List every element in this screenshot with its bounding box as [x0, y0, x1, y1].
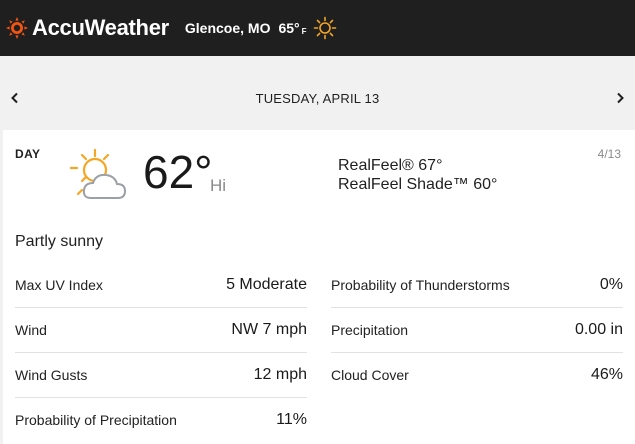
detail-row-precipitation: Precipitation 0.00 in — [331, 308, 623, 353]
chevron-left-icon — [11, 92, 18, 104]
weather-phrase: Partly sunny — [15, 233, 104, 250]
realfeel-block: RealFeel® 67° RealFeel Shade™ 60° — [338, 156, 497, 194]
detail-value: 46% — [590, 366, 623, 383]
site-header: AccuWeather Glencoe, MO 65° F — [0, 0, 635, 56]
chevron-right-icon — [617, 92, 624, 104]
day-forecast-card: DAY 4/13 62° Hi RealFeel® 67° RealFeel S… — [3, 130, 635, 444]
detail-label: Probability of Thunderstorms — [331, 277, 510, 293]
realfeel-shade-value: RealFeel Shade™ 60° — [338, 176, 498, 193]
detail-label: Probability of Precipitation — [15, 412, 177, 428]
detail-row-wind: Wind NW 7 mph — [15, 308, 307, 353]
detail-label: Cloud Cover — [331, 367, 409, 383]
detail-row-cloud-cover: Cloud Cover 46% — [331, 353, 623, 397]
accuweather-logo[interactable]: AccuWeather — [6, 15, 169, 41]
detail-value: 0.00 in — [574, 321, 623, 338]
detail-label: Wind Gusts — [15, 367, 88, 383]
location-name: Glencoe, MO — [184, 20, 271, 36]
detail-label: Precipitation — [331, 322, 409, 338]
detail-value: 11% — [276, 411, 307, 428]
day-navigation: TUESDAY, APRIL 13 — [0, 80, 635, 116]
previous-day-button[interactable] — [0, 83, 30, 113]
next-day-button[interactable] — [605, 83, 635, 113]
accuweather-sun-logo-icon — [6, 17, 28, 39]
detail-value: 12 mph — [253, 366, 307, 383]
high-temperature: 62° — [143, 146, 213, 198]
current-location[interactable]: Glencoe, MO 65° F — [185, 16, 337, 40]
detail-value: 5 Moderate — [226, 276, 307, 293]
brand-name: AccuWeather — [32, 15, 169, 40]
details-left-column: Max UV Index 5 Moderate Wind NW 7 mph Wi… — [15, 263, 307, 442]
sunny-icon — [313, 16, 336, 40]
selected-date: TUESDAY, APRIL 13 — [255, 90, 380, 106]
high-label: Hi — [210, 176, 227, 195]
detail-row-uv: Max UV Index 5 Moderate — [15, 263, 307, 308]
detail-value: NW 7 mph — [231, 321, 307, 338]
detail-label: Wind — [15, 322, 47, 338]
period-date: 4/13 — [597, 147, 621, 161]
details-right-column: Probability of Thunderstorms 0% Precipit… — [331, 263, 623, 397]
detail-row-precip-probability: Probability of Precipitation 11% — [15, 398, 307, 442]
detail-row-thunderstorm-probability: Probability of Thunderstorms 0% — [331, 263, 623, 308]
current-temperature: 65° — [278, 20, 300, 36]
detail-value: 0% — [599, 276, 623, 293]
detail-row-wind-gusts: Wind Gusts 12 mph — [15, 353, 307, 398]
detail-label: Max UV Index — [15, 277, 103, 293]
temperature-unit: F — [301, 26, 307, 36]
realfeel-value: RealFeel® 67° — [338, 157, 443, 174]
partly-sunny-icon — [69, 148, 127, 199]
period-label: DAY — [15, 147, 41, 161]
